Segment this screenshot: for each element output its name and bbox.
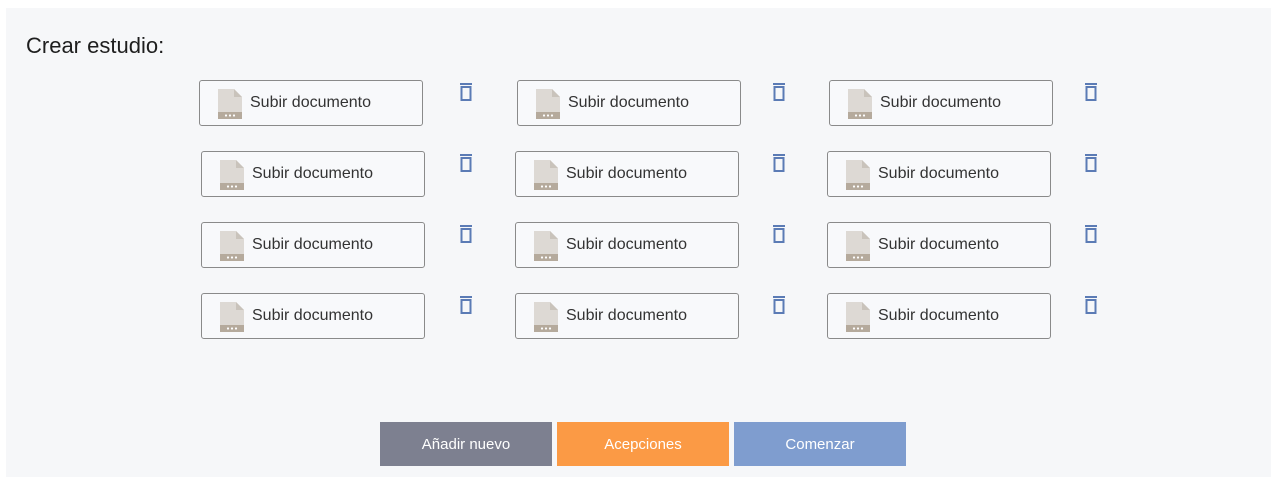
document-file-icon: [533, 159, 559, 191]
document-file-icon: [535, 88, 561, 120]
upload-document-button[interactable]: Subir documento: [515, 222, 739, 268]
trash-icon[interactable]: [458, 295, 474, 315]
upload-document-label: Subir documento: [878, 165, 999, 182]
trash-icon[interactable]: [458, 82, 474, 102]
create-study-panel: Crear estudio: Subir documento Subir docu…: [6, 8, 1271, 477]
upload-document-button[interactable]: Subir documento: [515, 293, 739, 339]
document-file-icon: [533, 301, 559, 333]
upload-document-label: Subir documento: [252, 236, 373, 253]
document-file-icon: [219, 159, 245, 191]
document-file-icon: [219, 230, 245, 262]
start-button[interactable]: Comenzar: [734, 422, 906, 466]
add-new-button[interactable]: Añadir nuevo: [380, 422, 552, 466]
upload-document-button[interactable]: Subir documento: [199, 80, 423, 126]
trash-icon[interactable]: [1083, 82, 1099, 102]
document-file-icon: [845, 301, 871, 333]
trash-icon[interactable]: [771, 153, 787, 173]
upload-document-button[interactable]: Subir documento: [829, 80, 1053, 126]
upload-document-label: Subir documento: [566, 307, 687, 324]
upload-document-label: Subir documento: [252, 307, 373, 324]
upload-document-label: Subir documento: [250, 94, 371, 111]
upload-document-label: Subir documento: [878, 236, 999, 253]
document-file-icon: [847, 88, 873, 120]
upload-document-button[interactable]: Subir documento: [201, 222, 425, 268]
document-file-icon: [533, 230, 559, 262]
upload-document-button[interactable]: Subir documento: [517, 80, 741, 126]
trash-icon[interactable]: [458, 224, 474, 244]
upload-document-label: Subir documento: [566, 165, 687, 182]
trash-icon[interactable]: [1083, 224, 1099, 244]
trash-icon[interactable]: [771, 82, 787, 102]
upload-document-button[interactable]: Subir documento: [827, 151, 1051, 197]
trash-icon[interactable]: [1083, 153, 1099, 173]
upload-document-button[interactable]: Subir documento: [201, 293, 425, 339]
trash-icon[interactable]: [771, 224, 787, 244]
upload-document-button[interactable]: Subir documento: [201, 151, 425, 197]
upload-document-button[interactable]: Subir documento: [827, 222, 1051, 268]
upload-document-label: Subir documento: [252, 165, 373, 182]
upload-document-button[interactable]: Subir documento: [827, 293, 1051, 339]
trash-icon[interactable]: [771, 295, 787, 315]
upload-document-label: Subir documento: [880, 94, 1001, 111]
document-file-icon: [845, 230, 871, 262]
upload-document-label: Subir documento: [568, 94, 689, 111]
document-file-icon: [219, 301, 245, 333]
trash-icon[interactable]: [1083, 295, 1099, 315]
page-title: Crear estudio:: [26, 33, 165, 58]
document-file-icon: [845, 159, 871, 191]
upload-document-button[interactable]: Subir documento: [515, 151, 739, 197]
document-file-icon: [217, 88, 243, 120]
upload-document-label: Subir documento: [878, 307, 999, 324]
upload-document-label: Subir documento: [566, 236, 687, 253]
meanings-button[interactable]: Acepciones: [557, 422, 729, 466]
trash-icon[interactable]: [458, 153, 474, 173]
